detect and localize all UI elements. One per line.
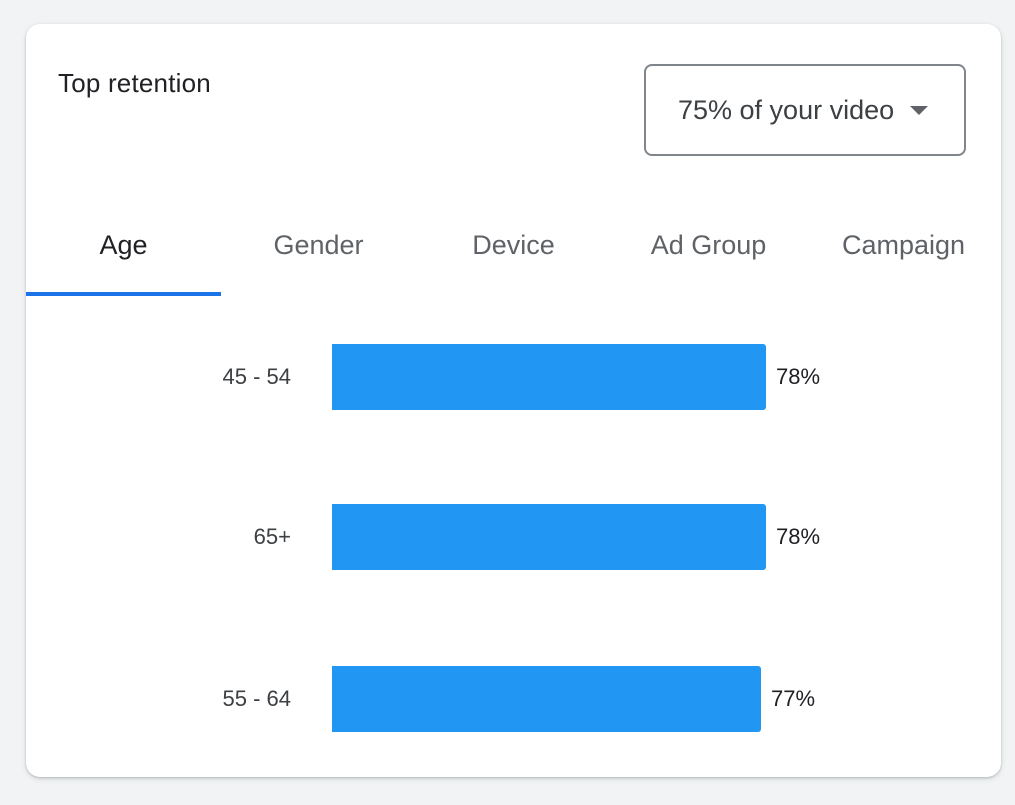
retention-bar-chart: 45 - 54 78% 65+ 78% 55 - 64 77% (26, 296, 1001, 777)
bar-value-label: 77% (771, 686, 816, 711)
retention-threshold-dropdown[interactable]: 75% of your video (644, 64, 966, 156)
bar (332, 504, 766, 570)
tab-campaign[interactable]: Campaign (806, 214, 1001, 296)
bar-value-label: 78% (776, 364, 821, 389)
bar (332, 666, 761, 732)
bar (332, 344, 766, 410)
top-retention-card: Top retention 75% of your video Age Gend… (26, 24, 1001, 777)
chart-row: 45 - 54 78% (26, 344, 1001, 410)
chart-row: 65+ 78% (26, 504, 1001, 570)
chart-row: 55 - 64 77% (26, 666, 1001, 732)
breakdown-tabs: Age Gender Device Ad Group Campaign (26, 214, 1001, 296)
dropdown-selected-value: 75% of your video (678, 94, 895, 125)
category-label: 65+ (253, 524, 291, 549)
tab-ad-group[interactable]: Ad Group (611, 214, 806, 296)
tab-gender[interactable]: Gender (221, 214, 416, 296)
category-label: 45 - 54 (222, 364, 292, 389)
card-title: Top retention (58, 68, 211, 98)
tab-device[interactable]: Device (416, 214, 611, 296)
arrow-drop-down-icon (910, 105, 929, 115)
tab-age[interactable]: Age (26, 214, 221, 296)
category-label: 55 - 64 (222, 686, 292, 711)
bar-value-label: 78% (776, 524, 821, 549)
